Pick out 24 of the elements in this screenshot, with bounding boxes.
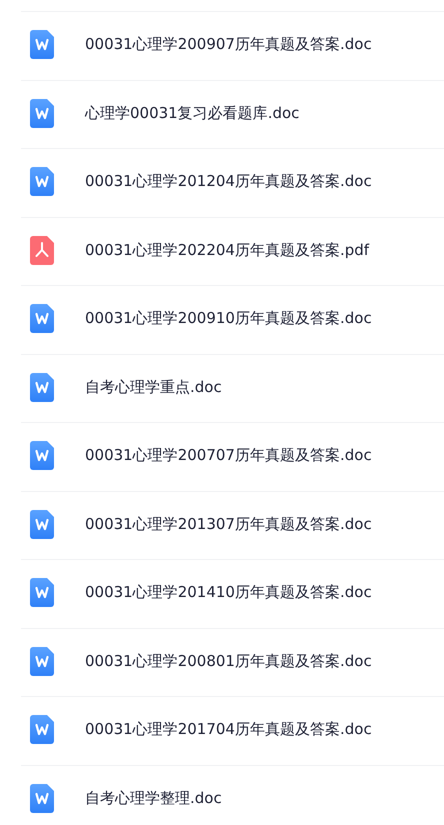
- word-file-icon: [30, 30, 54, 60]
- file-name[interactable]: 自考心理学整理.doc: [85, 788, 222, 808]
- file-name[interactable]: 00031心理学200801历年真题及答案.doc: [85, 652, 372, 671]
- word-file-icon: [30, 372, 54, 402]
- word-file-icon: [30, 510, 54, 539]
- file-name[interactable]: 自考心理学重点.doc: [85, 378, 222, 397]
- file-name[interactable]: 00031心理学200707历年真题及答案.doc: [85, 446, 372, 466]
- file-name[interactable]: 00031心理学201410历年真题及答案.doc: [85, 583, 372, 602]
- word-file-icon: [30, 304, 54, 334]
- file-name[interactable]: 00031心理学201307历年真题及答案.doc: [85, 514, 372, 534]
- word-file-icon: [30, 578, 54, 608]
- word-file-icon: [30, 784, 54, 813]
- file-name[interactable]: 心理学00031复习必看题库.doc: [85, 104, 300, 123]
- pdf-file-icon: [30, 236, 54, 265]
- file-name[interactable]: 00031心理学202204历年真题及答案.pdf: [85, 240, 370, 260]
- file-name[interactable]: 00031心理学200907历年真题及答案.doc: [85, 35, 372, 54]
- file-name[interactable]: 00031心理学200910历年真题及答案.doc: [85, 309, 372, 328]
- word-file-icon: [30, 715, 54, 744]
- file-name[interactable]: 00031心理学201704历年真题及答案.doc: [85, 720, 372, 740]
- word-file-icon: [30, 167, 54, 196]
- word-file-icon: [30, 646, 54, 676]
- word-file-icon: [30, 98, 54, 128]
- word-file-icon: [30, 441, 54, 470]
- file-name[interactable]: 00031心理学201204历年真题及答案.doc: [85, 172, 372, 192]
